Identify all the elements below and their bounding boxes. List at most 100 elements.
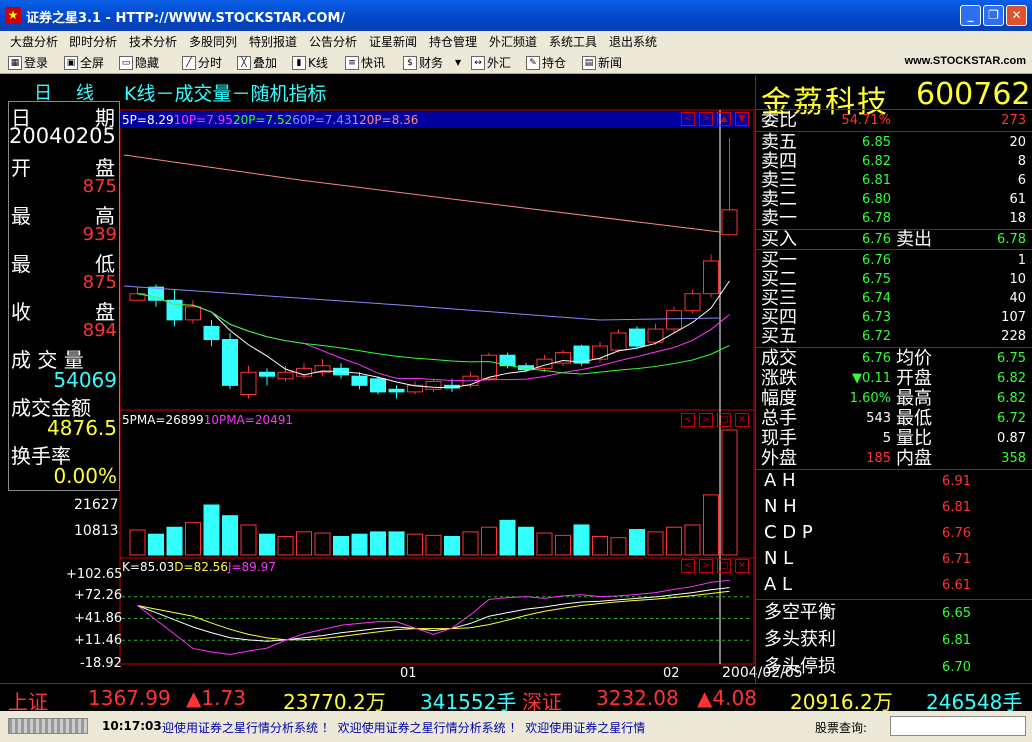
volume-bar bbox=[610, 537, 627, 556]
order-volume: 8 bbox=[1017, 154, 1026, 169]
volume-bar bbox=[555, 534, 571, 556]
volume-bar bbox=[536, 532, 553, 556]
quote-label: 内盘 bbox=[896, 448, 932, 469]
candle bbox=[203, 325, 220, 341]
volume-bar bbox=[666, 526, 682, 556]
stock-search-input[interactable] bbox=[890, 716, 1026, 736]
sz-index: 3232.08 bbox=[596, 686, 679, 710]
sellout-value: 6.78 bbox=[997, 232, 1026, 247]
kdj-close-button[interactable]: ✕ bbox=[735, 559, 749, 573]
ma-line-120 bbox=[123, 154, 721, 233]
order-price: 6.85 bbox=[862, 135, 891, 150]
ticker: 迎使用证券之星行情分析系统 ！ 欢迎使用证券之星行情分析系统 ！ 欢迎使用证券之… bbox=[162, 721, 646, 735]
indicator-label: N H bbox=[764, 496, 797, 517]
candle bbox=[240, 371, 257, 396]
quote-label: 外盘 bbox=[761, 448, 797, 469]
indicator-label: C D P bbox=[764, 522, 813, 543]
quote-value: 185 bbox=[866, 451, 891, 466]
quote-value: 6.82 bbox=[997, 391, 1026, 406]
panel-right-button[interactable]: > bbox=[699, 112, 713, 126]
order-price: 6.78 bbox=[862, 211, 891, 226]
volume-left-button[interactable]: < bbox=[681, 413, 695, 427]
volume-bar bbox=[185, 522, 201, 556]
weicha-value: 273 bbox=[1001, 113, 1026, 128]
indicator-value: 6.61 bbox=[942, 578, 971, 593]
order-volume: 61 bbox=[1009, 192, 1026, 207]
panel-up-button[interactable]: ▲ bbox=[717, 112, 731, 126]
left-info-panel: 日 期 20040205 开 盘 875 最 高 939 最 低 875 收 盘… bbox=[8, 101, 120, 491]
order-label: 卖五 bbox=[761, 132, 797, 153]
divider bbox=[756, 109, 1032, 110]
kdj-header: K=85.03D=82.56J=89.97 bbox=[122, 560, 276, 574]
kdj-left-button[interactable]: < bbox=[681, 559, 695, 573]
volume-bar bbox=[333, 536, 349, 556]
volume-bar bbox=[240, 524, 257, 556]
panel-left-button[interactable]: < bbox=[681, 112, 695, 126]
index-bar: 上证 1367.99 ▲1.73 23770.2万 341552手 深证 323… bbox=[0, 683, 1032, 714]
weibi-value: 54.71% bbox=[841, 113, 891, 128]
progress-indicator bbox=[8, 718, 88, 734]
volume-bar bbox=[703, 494, 719, 556]
candle bbox=[703, 260, 719, 295]
kdj-right-button[interactable]: > bbox=[699, 559, 713, 573]
divider bbox=[756, 249, 1032, 250]
candle bbox=[259, 371, 275, 377]
open-label: 开 bbox=[11, 156, 31, 180]
candle bbox=[388, 388, 405, 393]
order-volume: 18 bbox=[1009, 211, 1026, 226]
indicator-value: 6.81 bbox=[942, 500, 971, 515]
quote-value: 6.82 bbox=[997, 371, 1026, 386]
status-bar: 10:17:03 迎使用证券之星行情分析系统 ！ 欢迎使用证券之星行情分析系统 … bbox=[0, 711, 1032, 742]
ma-header: 5P=8.2910P=7.9520P=7.5260P=7.43120P=8.36 bbox=[122, 113, 419, 127]
candle bbox=[166, 299, 183, 321]
low-label: 最 bbox=[11, 252, 31, 276]
kdj-axis-label: +41.86 bbox=[74, 611, 123, 626]
quote-value: 6.72 bbox=[997, 411, 1026, 426]
indicator-label: A H bbox=[764, 470, 796, 491]
volume-axis-label: 21627 bbox=[74, 497, 119, 513]
date-value: 20040205 bbox=[9, 124, 116, 148]
quote-label: 均价 bbox=[896, 348, 932, 369]
quote-label: 最高 bbox=[896, 388, 932, 409]
candle bbox=[148, 286, 164, 301]
weibi-label: 委比 bbox=[761, 110, 797, 131]
panel-down-button[interactable]: ▼ bbox=[735, 112, 749, 126]
candle bbox=[610, 332, 627, 351]
quote-value: 358 bbox=[1001, 451, 1026, 466]
indicator-label: A L bbox=[764, 574, 793, 595]
x-axis-label: 02 bbox=[663, 666, 680, 681]
kdj-axis-label: +72.26 bbox=[74, 588, 123, 603]
order-label: 买三 bbox=[761, 288, 797, 309]
quote-label: 成交 bbox=[761, 348, 797, 369]
order-label: 卖三 bbox=[761, 170, 797, 191]
kdj-line-j bbox=[137, 579, 730, 656]
volume-right-button[interactable]: > bbox=[699, 413, 713, 427]
volume-max-button[interactable]: □ bbox=[717, 413, 731, 427]
signal-value: 6.81 bbox=[942, 633, 971, 648]
order-price: 6.74 bbox=[862, 291, 891, 306]
sellout-label: 卖出 bbox=[896, 229, 932, 250]
candle bbox=[185, 306, 201, 321]
quote-value: 0.87 bbox=[997, 431, 1026, 446]
order-label: 买一 bbox=[761, 250, 797, 271]
divider bbox=[756, 599, 1032, 600]
order-price: 6.80 bbox=[862, 192, 891, 207]
volume-close-button[interactable]: ✕ bbox=[735, 413, 749, 427]
quote-value: 543 bbox=[866, 411, 891, 426]
volume-bar bbox=[351, 533, 368, 556]
kdj-max-button[interactable]: □ bbox=[717, 559, 731, 573]
volume-bar bbox=[721, 429, 738, 556]
order-volume: 20 bbox=[1009, 135, 1026, 150]
volume-bar bbox=[573, 524, 590, 556]
candle bbox=[629, 328, 645, 347]
volume-bar bbox=[259, 533, 275, 556]
order-label: 买五 bbox=[761, 326, 797, 347]
volume-bar bbox=[407, 533, 423, 556]
volume-bar bbox=[203, 504, 220, 556]
quote-label: 幅度 bbox=[761, 388, 797, 409]
volume-bar bbox=[499, 519, 516, 556]
volume-bar bbox=[222, 515, 238, 556]
volume-group bbox=[129, 429, 738, 556]
order-volume: 10 bbox=[1009, 272, 1026, 287]
order-label: 买四 bbox=[761, 307, 797, 328]
